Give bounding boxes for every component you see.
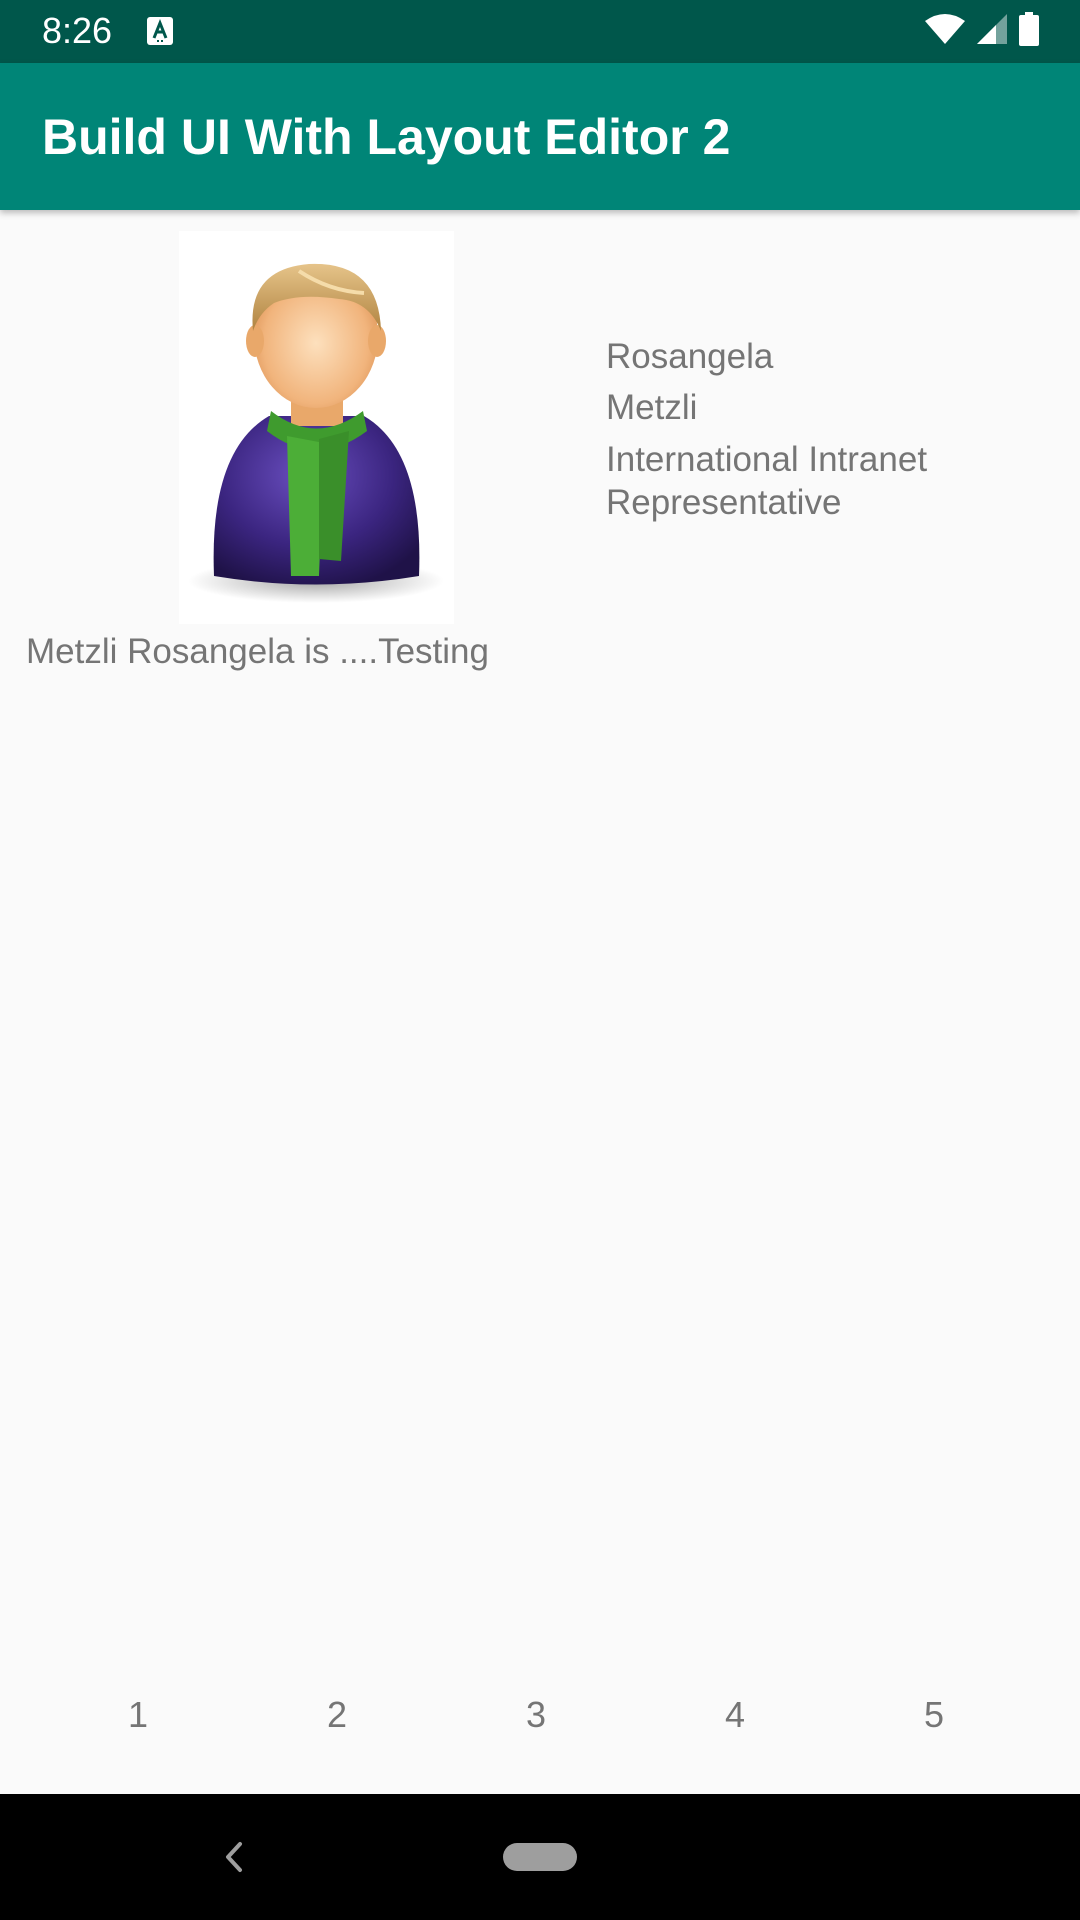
app-screen: 8:26 Build UI With Layout Editor 2 Rosan… [0,0,1080,1920]
number-item-2[interactable]: 2 [297,1689,377,1741]
description-text: Metzli Rosangela is ....Testing [26,632,489,671]
signal-icon [976,13,1008,50]
app-bar: Build UI With Layout Editor 2 [0,63,1080,210]
person-avatar-icon [179,231,454,624]
job-title-text: International Intranet Representative [606,440,928,522]
keyboard-a-icon [147,17,173,45]
first-name-text: Rosangela [606,337,774,376]
status-time: 8:26 [42,10,113,51]
back-icon[interactable] [218,1836,248,1878]
status-icons [924,11,1040,51]
last-name-text: Metzli [606,388,698,427]
number-item-3[interactable]: 3 [496,1689,576,1741]
status-bar: 8:26 [0,0,1080,63]
number-row: 1 2 3 4 5 [0,1689,1080,1741]
number-item-5[interactable]: 5 [894,1689,974,1741]
wifi-icon [924,13,966,50]
battery-icon [1018,11,1040,51]
number-item-4[interactable]: 4 [695,1689,775,1741]
app-title: Build UI With Layout Editor 2 [42,109,731,165]
number-item-1[interactable]: 1 [98,1689,178,1741]
home-pill-icon[interactable] [503,1843,577,1871]
